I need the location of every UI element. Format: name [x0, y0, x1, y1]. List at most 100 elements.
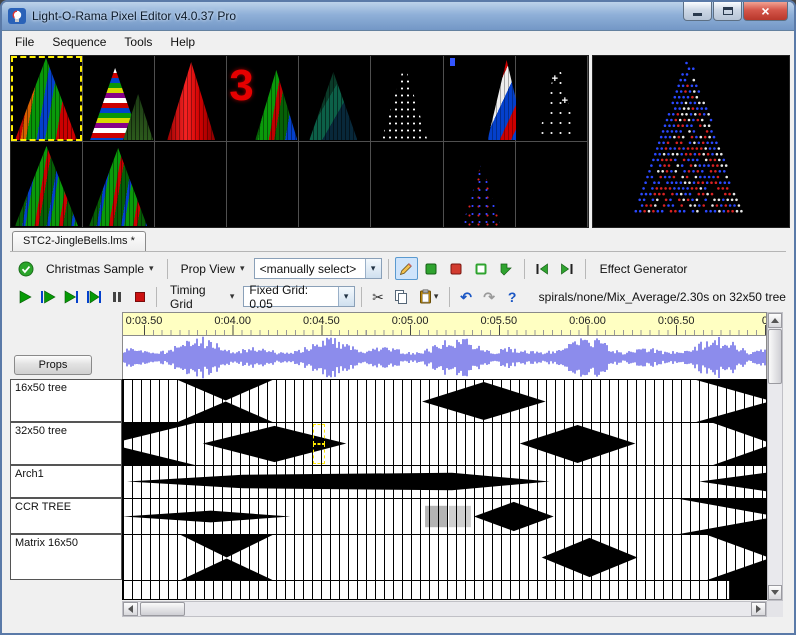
grid-row-arch1[interactable] — [123, 466, 766, 499]
tab-sequence[interactable]: STC2-JingleBells.lms * — [12, 231, 146, 252]
preview-cell[interactable] — [516, 142, 588, 228]
help-button[interactable]: ? — [502, 285, 523, 308]
toolbar-separator — [388, 259, 389, 279]
redo-button[interactable]: ↷ — [479, 285, 500, 308]
props-button[interactable]: Props — [14, 355, 92, 375]
menu-item-sequence[interactable]: Sequence — [43, 33, 115, 51]
timing-grid-dropdown[interactable]: Timing Grid ▾ — [163, 279, 241, 315]
undo-icon: ↶ — [460, 290, 472, 304]
preview-cell[interactable] — [371, 142, 443, 228]
track-label-ccr-tree[interactable]: CCR TREE — [10, 498, 122, 534]
select-square-icon — [473, 261, 489, 277]
preview-cell[interactable] — [299, 56, 371, 142]
preview-cell[interactable] — [227, 142, 299, 228]
preview-cell[interactable] — [11, 142, 83, 228]
play-visible-button[interactable] — [83, 285, 104, 308]
maximize-button[interactable] — [713, 2, 742, 21]
shift-left-icon — [534, 261, 550, 277]
grid-row-16x50-tree[interactable] — [123, 380, 766, 423]
sequence-selector-dropdown[interactable]: Christmas Sample ▾ — [39, 258, 161, 280]
sequence-status-button[interactable] — [14, 257, 37, 280]
paint-tool-button[interactable] — [420, 257, 443, 280]
large-tree-preview — [593, 56, 789, 227]
undo-button[interactable]: ↶ — [456, 285, 477, 308]
paste-button[interactable]: ▾ — [414, 285, 443, 308]
prop-select-value: <manually select> — [260, 262, 359, 276]
fill-tool-button[interactable] — [495, 257, 518, 280]
chevron-down-icon: ▾ — [149, 263, 154, 274]
audio-waveform[interactable] — [122, 336, 767, 379]
vertical-scroll-thumb[interactable] — [768, 329, 782, 384]
red-square-icon — [448, 261, 464, 277]
close-button[interactable]: × — [743, 2, 788, 21]
window-title: Light-O-Rama Pixel Editor v4.0.37 Pro — [32, 9, 236, 23]
scroll-up-button[interactable] — [768, 313, 782, 328]
grid-row-matrix-16x50[interactable] — [123, 535, 766, 581]
preview-cell[interactable]: + + — [516, 56, 588, 142]
horizontal-scrollbar[interactable] — [122, 601, 767, 617]
pencil-tool-button[interactable] — [395, 257, 418, 280]
check-icon — [18, 261, 34, 277]
preview-cell[interactable] — [444, 56, 516, 142]
toolbar-separator — [167, 259, 168, 279]
play-from-position-button[interactable] — [37, 285, 58, 308]
preview-cell[interactable] — [155, 142, 227, 228]
scissors-icon: ✂ — [372, 290, 384, 304]
menu-item-file[interactable]: File — [6, 33, 43, 51]
scrollbar-corner — [767, 601, 783, 617]
preview-cell[interactable] — [83, 142, 155, 228]
ruler-label: 0:04.50 — [291, 315, 351, 327]
preview-cell[interactable] — [371, 56, 443, 142]
prop-select-combobox[interactable]: <manually select> ▾ — [254, 258, 382, 279]
stop-button[interactable] — [129, 285, 150, 308]
play-selection-button[interactable] — [60, 285, 81, 308]
minimize-button[interactable] — [683, 2, 712, 21]
prop-view-dropdown[interactable]: Prop View ▾ — [174, 258, 252, 280]
arrow-right-icon — [756, 605, 761, 613]
pause-button[interactable] — [106, 285, 127, 308]
preview-cell[interactable] — [299, 142, 371, 228]
horizontal-scroll-thumb[interactable] — [140, 602, 185, 616]
app-window: Light-O-Rama Pixel Editor v4.0.37 Pro × … — [0, 0, 796, 635]
menu-item-tools[interactable]: Tools — [115, 33, 161, 51]
preview-cell[interactable]: 3 — [227, 56, 299, 142]
vertical-scrollbar[interactable] — [767, 312, 783, 601]
preview-cell-selected[interactable] — [11, 56, 83, 142]
track-label-arch1[interactable]: Arch1 — [10, 465, 122, 498]
preview-cell[interactable] — [444, 142, 516, 228]
play-visible-icon — [86, 289, 102, 305]
erase-tool-button[interactable] — [445, 257, 468, 280]
play-button[interactable] — [14, 285, 35, 308]
shift-right-button[interactable] — [556, 257, 579, 280]
grid-row-overflow[interactable] — [123, 581, 766, 600]
fixed-grid-combobox[interactable]: Fixed Grid: 0.05 ▾ — [243, 286, 354, 307]
arrow-up-icon — [771, 318, 779, 323]
track-label-32x50-tree[interactable]: 32x50 tree — [10, 422, 122, 465]
waveform-graphic — [123, 336, 766, 379]
copy-button[interactable] — [391, 285, 412, 308]
cut-button[interactable]: ✂ — [368, 285, 389, 308]
toolbar-sequence: Christmas Sample ▾ Prop View ▾ <manually… — [10, 254, 786, 283]
track-label-16x50-tree[interactable]: 16x50 tree — [10, 379, 122, 422]
shift-left-button[interactable] — [531, 257, 554, 280]
scroll-right-button[interactable] — [751, 602, 766, 616]
scroll-down-button[interactable] — [768, 585, 782, 600]
plus-marker: + — [562, 96, 568, 107]
timeline-ruler[interactable]: 0:03.50 0:04.00 0:04.50 0:05.00 0:05.50 … — [122, 312, 767, 336]
toolbar-separator — [449, 287, 450, 307]
select-tool-button[interactable] — [470, 257, 493, 280]
menu-item-help[interactable]: Help — [161, 33, 204, 51]
grid-row-ccr-tree[interactable] — [123, 499, 766, 535]
track-label-matrix-16x50[interactable]: Matrix 16x50 — [10, 534, 122, 580]
tree-thumbnail — [167, 62, 215, 140]
fill-arrow-icon — [498, 261, 514, 277]
tree-thumbnail — [538, 58, 578, 140]
preview-cell[interactable] — [83, 56, 155, 142]
arrow-left-icon — [128, 605, 133, 613]
grid-row-32x50-tree[interactable] — [123, 423, 766, 466]
effect-generator-button[interactable]: Effect Generator — [592, 258, 696, 280]
preview-thumbnails-panel: 3 + + — [10, 55, 589, 228]
preview-large-panel — [592, 55, 790, 228]
preview-cell[interactable] — [155, 56, 227, 142]
scroll-left-button[interactable] — [123, 602, 138, 616]
